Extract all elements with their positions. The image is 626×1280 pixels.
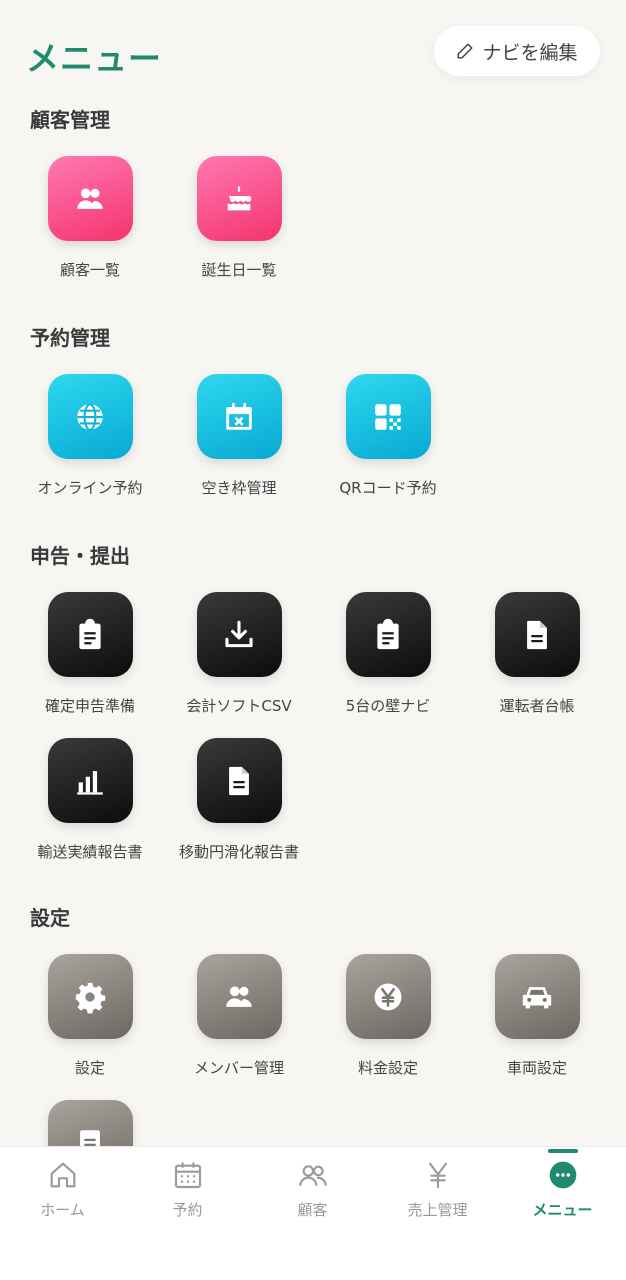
bottom-nav: ホーム 予約 顧客 売上管理 メニュー [0,1146,626,1280]
more-icon [549,1161,576,1189]
nav-tab-home[interactable]: ホーム [0,1147,125,1237]
tile-label: メンバー管理 [193,1059,284,1077]
tile-label: オンライン予約 [37,479,143,497]
menu-item-qr-reservation[interactable]: QRコード予約 [313,374,463,504]
nav-label: 予約 [172,1201,203,1219]
yen-icon [374,983,402,1010]
menu-item-tax-return-prep[interactable]: 確定申告準備 [15,592,165,722]
nav-tab-sales[interactable]: 売上管理 [375,1147,500,1237]
tile-label: 5台の壁ナビ [345,697,431,715]
nav-label: ホーム [40,1201,85,1219]
section-title: 申告・提出 [30,544,130,568]
tile-label: 車両設定 [506,1059,567,1077]
section-title: 予約管理 [30,326,110,350]
tile-label: 運転者台帳 [499,697,575,715]
tile-label: 空き枠管理 [201,479,277,497]
tile-label: 誕生日一覧 [201,261,277,279]
nav-tab-reservation[interactable]: 予約 [125,1147,250,1237]
menu-item-transport-report[interactable]: 輸送実績報告書 [15,738,165,868]
bar-chart-icon [77,770,103,795]
gear-icon [75,982,106,1013]
calendar-x-icon [226,402,252,430]
users-outline-icon [298,1165,327,1186]
pencil-icon [457,43,473,59]
users-icon [226,986,252,1007]
tile-label: 会計ソフトCSV [186,697,292,715]
menu-item-5-vehicle-wall-navi[interactable]: 5台の壁ナビ [313,592,463,722]
edit-nav-label: ナビを編集 [482,41,578,64]
nav-tab-customers[interactable]: 顧客 [250,1147,375,1237]
menu-item-availability-management[interactable]: 空き枠管理 [164,374,314,504]
nav-label: 顧客 [297,1201,328,1219]
tile-label: 確定申告準備 [44,697,135,715]
home-icon [50,1162,75,1188]
tile-label: 顧客一覧 [59,261,120,279]
document-icon [229,766,249,795]
menu-item-fee-settings[interactable]: 料金設定 [313,954,463,1084]
yen-outline-icon [428,1162,447,1189]
tile-label: 移動円滑化報告書 [178,843,299,861]
nav-label: 売上管理 [407,1201,468,1219]
header: メニュー ナビを編集 [26,26,600,78]
clipboard-icon [377,618,399,649]
page-title: メニュー [26,39,162,78]
tile-label: 輸送実績報告書 [37,843,143,861]
active-indicator [547,1149,578,1153]
menu-item-settings[interactable]: 設定 [15,954,165,1084]
menu-item-driver-ledger[interactable]: 運転者台帳 [462,592,612,722]
menu-item-customer-list[interactable]: 顧客一覧 [15,156,165,286]
nav-tab-menu[interactable]: メニュー [500,1147,625,1237]
section-title: 顧客管理 [30,108,110,132]
document-icon [527,620,547,649]
globe-icon [77,402,103,431]
tile-label: QRコード予約 [339,479,437,497]
menu-item-vehicle-settings[interactable]: 車両設定 [462,954,612,1084]
nav-label: メニュー [532,1201,593,1219]
section-title: 設定 [30,906,70,930]
tile-label: 設定 [74,1059,105,1077]
menu-item-member-management[interactable]: メンバー管理 [164,954,314,1084]
menu-item-birthday-list[interactable]: 誕生日一覧 [164,156,314,286]
menu-item-mobility-report[interactable]: 移動円滑化報告書 [164,738,314,868]
menu-item-accounting-csv[interactable]: 会計ソフトCSV [164,592,314,722]
edit-nav-button[interactable]: ナビを編集 [434,26,600,76]
calendar-icon [174,1162,201,1189]
users-icon [77,188,103,209]
car-icon [522,986,552,1008]
clipboard-icon [79,618,101,649]
cake-icon [227,185,252,210]
menu-screen: メニュー ナビを編集 顧客管理 顧客一覧 誕生日一覧 予約管理 オンライン予約 … [0,0,626,1280]
menu-item-online-reservation[interactable]: オンライン予約 [15,374,165,504]
qr-code-icon [375,403,401,430]
tile-label: 料金設定 [357,1059,418,1077]
download-icon [225,620,253,647]
